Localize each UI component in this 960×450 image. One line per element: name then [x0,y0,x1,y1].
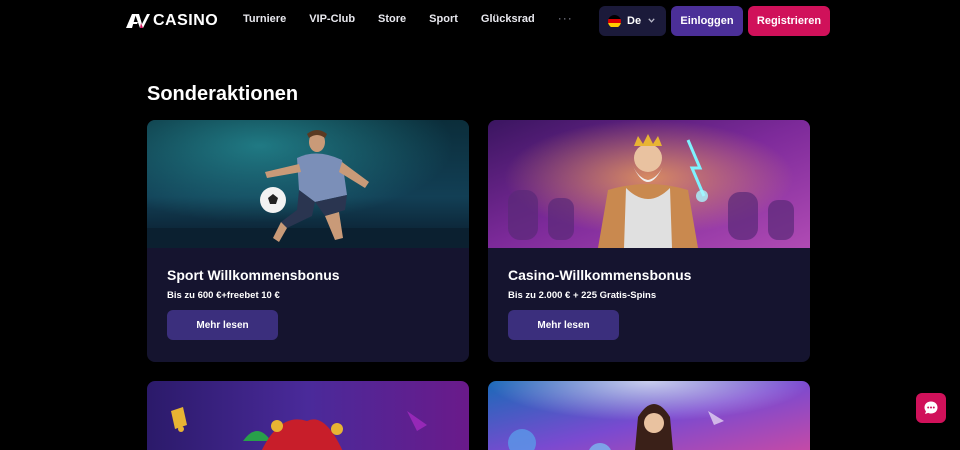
card-title: Casino-Willkommensbonus [508,267,692,283]
nav-more-button[interactable]: ··· [558,11,573,25]
fortune-promo-image [488,381,810,450]
card-subtitle: Bis zu 600 €+freebet 10 € [167,290,280,301]
nav-item-gluecksrad[interactable]: Glücksrad [481,13,535,25]
site-logo[interactable]: CASINO [126,10,218,32]
nav-item-vip-club[interactable]: VIP-Club [309,13,355,25]
chat-icon [924,401,938,414]
logo-mark-icon [126,14,150,28]
nav-item-store[interactable]: Store [378,13,406,25]
nav-item-sport[interactable]: Sport [429,13,458,25]
card-title: Sport Willkommensbonus [167,267,340,283]
login-button[interactable]: Einloggen [671,6,743,36]
language-selector[interactable]: De [599,6,666,36]
read-more-button[interactable]: Mehr lesen [508,310,619,340]
chevron-down-icon [648,18,655,23]
logo-text: CASINO [153,12,219,29]
german-flag-icon [608,14,621,28]
main-nav: Turniere VIP-Club Store Sport Glücksrad … [243,11,573,25]
chat-button[interactable] [916,393,946,423]
nav-item-turniere[interactable]: Turniere [243,13,286,25]
register-button[interactable]: Registrieren [748,6,830,36]
jester-promo-image [147,381,469,450]
promo-card-jester[interactable] [147,381,469,450]
page-title: Sonderaktionen [147,83,299,105]
promo-card-casino[interactable]: Casino-Willkommensbonus Bis zu 2.000 € +… [488,120,810,362]
language-label: De [627,15,642,27]
sport-promo-image [147,120,469,248]
promo-card-fortune[interactable] [488,381,810,450]
promo-card-sport[interactable]: Sport Willkommensbonus Bis zu 600 €+free… [147,120,469,362]
card-subtitle: Bis zu 2.000 € + 225 Gratis-Spins [508,290,657,301]
casino-promo-image [488,120,810,248]
site-header: CASINO Turniere VIP-Club Store Sport Glü… [0,0,960,42]
read-more-button[interactable]: Mehr lesen [167,310,278,340]
